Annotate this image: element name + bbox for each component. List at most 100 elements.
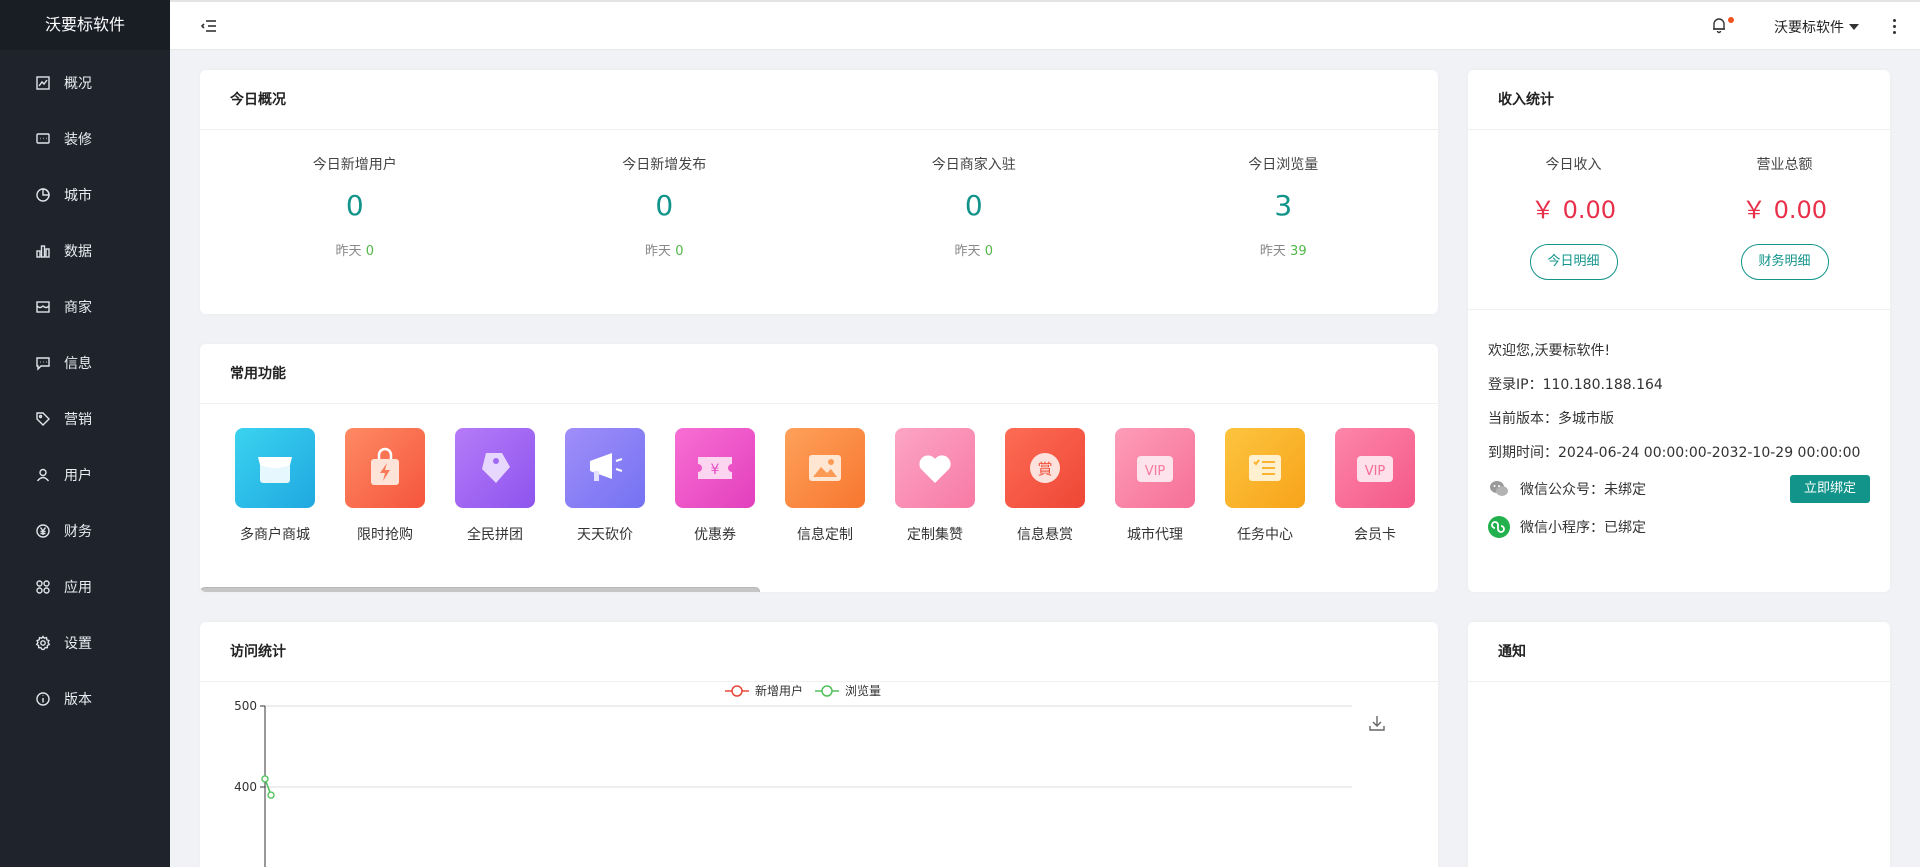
reward-icon: 賞 <box>1005 428 1085 508</box>
income-value: ￥ 0.00 <box>1741 196 1828 224</box>
notification-bell-icon[interactable] <box>1710 16 1734 36</box>
account-info: 欢迎您,沃要标软件! 登录IP：110.180.188.164 当前版本：多城市… <box>1468 310 1890 546</box>
bind-now-button[interactable]: 立即绑定 <box>1789 475 1870 503</box>
shop-icon <box>235 428 315 508</box>
decor-icon <box>34 130 52 148</box>
svg-text:VIP: VIP <box>1365 464 1386 479</box>
sidebar-item-marketing[interactable]: 营销 <box>0 391 170 447</box>
func-more[interactable] <box>1430 428 1438 558</box>
current-version: 当前版本：多城市版 <box>1488 411 1614 427</box>
func-flash-sale[interactable]: 限时抢购 <box>330 428 440 558</box>
user-dropdown[interactable]: 沃要标软件 <box>1774 17 1859 37</box>
sidebar-brand: 沃要标软件 <box>0 0 170 50</box>
sidebar-item-users[interactable]: 用户 <box>0 447 170 503</box>
user-name: 沃要标软件 <box>1774 20 1844 36</box>
data-point <box>267 791 275 799</box>
income-total: 营业总额 ￥ 0.00 财务明细 <box>1679 130 1890 309</box>
sidebar-item-apps[interactable]: 应用 <box>0 559 170 615</box>
wechat-icon <box>1488 478 1510 500</box>
sidebar-item-message[interactable]: 信息 <box>0 335 170 391</box>
sidebar-item-decor[interactable]: 装修 <box>0 111 170 167</box>
shopping-bag-icon <box>345 428 425 508</box>
sidebar-item-merchant[interactable]: 商家 <box>0 279 170 335</box>
today-overview-title: 今日概况 <box>200 70 1438 130</box>
stat-yesterday: 昨天 39 <box>1259 244 1307 259</box>
data-icon <box>34 242 52 260</box>
sidebar-item-overview[interactable]: 概况 <box>0 55 170 111</box>
image-icon <box>785 428 865 508</box>
yen-icon <box>34 522 52 540</box>
stat-new-merchants: 今日商家入驻 0 昨天 0 <box>819 130 1129 259</box>
sidebar-item-version[interactable]: 版本 <box>0 671 170 727</box>
legend-label: 新增用户 <box>755 683 803 698</box>
expire-time: 到期时间：2024-06-24 00:00:00-2032-10-29 00:0… <box>1488 445 1861 461</box>
sidebar-item-label: 装修 <box>64 132 92 148</box>
income-card: 收入统计 今日收入 ￥ 0.00 今日明细 营业总额 ￥ 0.00 财务明细 欢… <box>1468 70 1890 592</box>
func-custom-likes[interactable]: 定制集赞 <box>880 428 990 558</box>
func-task-center[interactable]: 任务中心 <box>1210 428 1320 558</box>
collapse-menu-icon[interactable] <box>200 17 218 35</box>
sidebar-item-label: 用户 <box>64 468 92 484</box>
visit-stats-card: 访问统计 新增用户 浏览量 400 500 <box>200 622 1438 867</box>
merchant-icon <box>34 298 52 316</box>
legend-marker <box>821 685 833 697</box>
common-functions-title: 常用功能 <box>200 344 1438 404</box>
svg-text:VIP: VIP <box>1145 464 1166 479</box>
horizontal-scrollbar[interactable] <box>200 587 1438 592</box>
stat-value: 0 <box>964 189 983 222</box>
tag-icon <box>34 410 52 428</box>
func-bargain[interactable]: 天天砍价 <box>550 428 660 558</box>
more-vertical-icon[interactable] <box>1888 16 1900 36</box>
welcome-text: 欢迎您,沃要标软件! <box>1488 343 1611 359</box>
stat-new-posts: 今日新增发布 0 昨天 0 <box>510 130 820 259</box>
func-member-card[interactable]: VIP 会员卡 <box>1320 428 1430 558</box>
visit-stats-title: 访问统计 <box>200 622 1438 682</box>
stat-label: 今日浏览量 <box>1248 157 1319 173</box>
income-label: 今日收入 <box>1545 157 1602 173</box>
stat-label: 今日新增用户 <box>312 157 397 173</box>
chevron-down-icon <box>1849 24 1859 30</box>
visit-line-chart: 新增用户 浏览量 400 500 <box>234 683 1352 867</box>
message-icon <box>34 354 52 372</box>
sidebar-item-label: 营销 <box>64 412 92 428</box>
common-functions-card: 常用功能 多商户商城 限时抢购 全民拼团 天天砍价 ¥ 优惠券 信息定制 定制集… <box>200 344 1438 592</box>
stat-value: 0 <box>345 189 364 222</box>
gear-icon <box>34 634 52 652</box>
info-icon <box>34 690 52 708</box>
stat-value: 0 <box>655 189 674 222</box>
vip-card-icon: VIP <box>1335 428 1415 508</box>
func-multi-merchant-mall[interactable]: 多商户商城 <box>220 428 330 558</box>
sidebar-item-finance[interactable]: 财务 <box>0 503 170 559</box>
sidebar-item-label: 城市 <box>64 188 92 204</box>
y-tick-label: 500 <box>234 699 257 713</box>
stat-yesterday: 昨天 0 <box>335 244 374 259</box>
coupon-icon: ¥ <box>675 428 755 508</box>
func-info-custom[interactable]: 信息定制 <box>770 428 880 558</box>
func-group-buy[interactable]: 全民拼团 <box>440 428 550 558</box>
mini-program-icon <box>1488 516 1510 538</box>
income-value: ￥ 0.00 <box>1530 196 1617 224</box>
legend-marker <box>731 685 743 697</box>
finance-detail-button[interactable]: 财务明细 <box>1740 244 1829 280</box>
sidebar-item-settings[interactable]: 设置 <box>0 615 170 671</box>
notice-card: 通知 <box>1468 622 1890 867</box>
svg-text:¥: ¥ <box>711 462 720 478</box>
svg-text:賞: 賞 <box>1037 460 1052 478</box>
mini-program-status: 微信小程序： 已绑定 <box>1488 508 1890 546</box>
sidebar-item-label: 应用 <box>64 580 92 596</box>
func-city-agent[interactable]: VIP 城市代理 <box>1100 428 1210 558</box>
stat-value: 3 <box>1274 189 1293 222</box>
stat-label: 今日新增发布 <box>622 157 707 173</box>
today-detail-button[interactable]: 今日明细 <box>1529 244 1618 280</box>
func-info-reward[interactable]: 賞 信息悬赏 <box>990 428 1100 558</box>
sidebar-item-city[interactable]: 城市 <box>0 167 170 223</box>
stat-yesterday: 昨天 0 <box>645 244 684 259</box>
overview-icon <box>34 74 52 92</box>
income-label: 营业总额 <box>1756 157 1813 173</box>
y-tick-label: 400 <box>234 780 257 794</box>
func-coupon[interactable]: ¥ 优惠券 <box>660 428 770 558</box>
sidebar-item-data[interactable]: 数据 <box>0 223 170 279</box>
scrollbar-thumb[interactable] <box>200 587 760 592</box>
heart-icon <box>895 428 975 508</box>
income-today: 今日收入 ￥ 0.00 今日明细 <box>1468 130 1679 309</box>
